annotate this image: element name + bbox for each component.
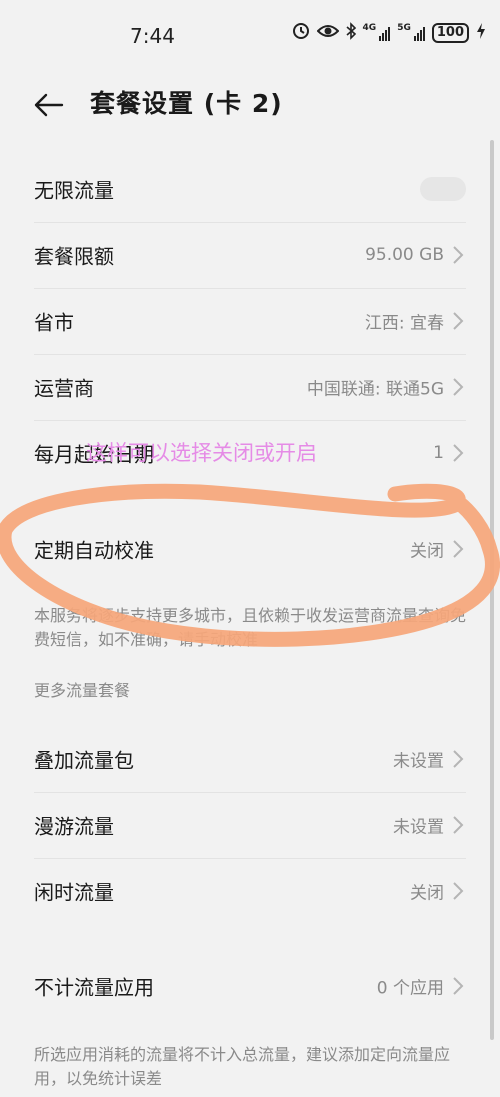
province-row[interactable]: 省市 江西: 宜春 — [34, 288, 466, 355]
carrier-label: 运营商 — [34, 376, 94, 401]
chevron-right-icon — [452, 311, 464, 331]
chevron-right-icon — [452, 443, 464, 463]
charging-icon — [476, 22, 486, 44]
roaming-label: 漫游流量 — [34, 814, 114, 839]
status-icons: 4G 5G 100 — [292, 22, 486, 44]
back-arrow-icon[interactable] — [32, 88, 66, 122]
roaming-row[interactable]: 漫游流量 未设置 — [34, 792, 466, 859]
auto-calibrate-row[interactable]: 定期自动校准 关闭 — [34, 516, 466, 582]
chevron-right-icon — [452, 245, 464, 265]
excluded-apps-label: 不计流量应用 — [34, 975, 154, 1000]
status-bar: 7:44 4G 5G 100 — [0, 0, 500, 70]
auto-calibrate-value: 关闭 — [410, 541, 444, 562]
network-type-1: 4G — [362, 23, 377, 33]
excluded-apps-value: 0 个应用 — [376, 978, 444, 999]
excluded-apps-note: 所选应用消耗的流量将不计入总流量，建议添加定向流量应用，以免统计误差 — [34, 1045, 451, 1088]
data-saver-icon — [292, 22, 310, 44]
more-plans-title: 更多流量套餐 — [34, 681, 131, 700]
start-date-value: 1 — [433, 443, 444, 463]
quota-label: 套餐限额 — [34, 244, 114, 269]
unlimited-data-label: 无限流量 — [34, 178, 114, 203]
addon-row[interactable]: 叠加流量包 未设置 — [34, 726, 466, 793]
province-label: 省市 — [34, 310, 74, 335]
province-value: 江西: 宜春 — [364, 313, 444, 334]
annotation-text: 这样可以选择关闭或开启 — [86, 441, 317, 465]
excluded-apps-row[interactable]: 不计流量应用 0 个应用 — [34, 953, 466, 1019]
addon-label: 叠加流量包 — [34, 748, 134, 773]
idle-value: 关闭 — [410, 883, 444, 904]
carrier-value: 中国联通: 联通5G — [306, 379, 444, 400]
signal-icon-1 — [379, 25, 391, 41]
chevron-right-icon — [452, 815, 464, 835]
quota-row[interactable]: 套餐限额 95.00 GB — [34, 222, 466, 289]
unlimited-data-row[interactable]: 无限流量 — [34, 156, 466, 223]
page-title: 套餐设置 (卡 2) — [90, 89, 283, 118]
scrollbar[interactable] — [490, 140, 494, 1040]
idle-label: 闲时流量 — [34, 880, 114, 905]
battery-icon: 100 — [431, 23, 469, 43]
header: 套餐设置 (卡 2) — [0, 70, 500, 140]
status-time: 7:44 — [130, 24, 175, 48]
auto-calibrate-label: 定期自动校准 — [34, 538, 154, 563]
unlimited-data-toggle[interactable] — [420, 177, 466, 201]
calibrate-note: 本服务将逐步支持更多城市，且依赖于收发运营商流量查询免费短信，如不准确，请手动校… — [34, 606, 467, 649]
idle-row[interactable]: 闲时流量 关闭 — [34, 858, 466, 924]
chevron-right-icon — [452, 749, 464, 769]
roaming-value: 未设置 — [393, 817, 444, 838]
addon-value: 未设置 — [393, 751, 444, 772]
chevron-right-icon — [452, 539, 464, 559]
network-type-2: 5G — [397, 23, 411, 33]
chevron-right-icon — [452, 976, 464, 996]
signal-icon-2 — [413, 25, 425, 41]
chevron-right-icon — [452, 377, 464, 397]
quota-value: 95.00 GB — [365, 245, 444, 265]
eye-icon — [316, 23, 339, 43]
bluetooth-icon — [346, 22, 356, 44]
chevron-right-icon — [452, 881, 464, 901]
carrier-row[interactable]: 运营商 中国联通: 联通5G — [34, 354, 466, 421]
